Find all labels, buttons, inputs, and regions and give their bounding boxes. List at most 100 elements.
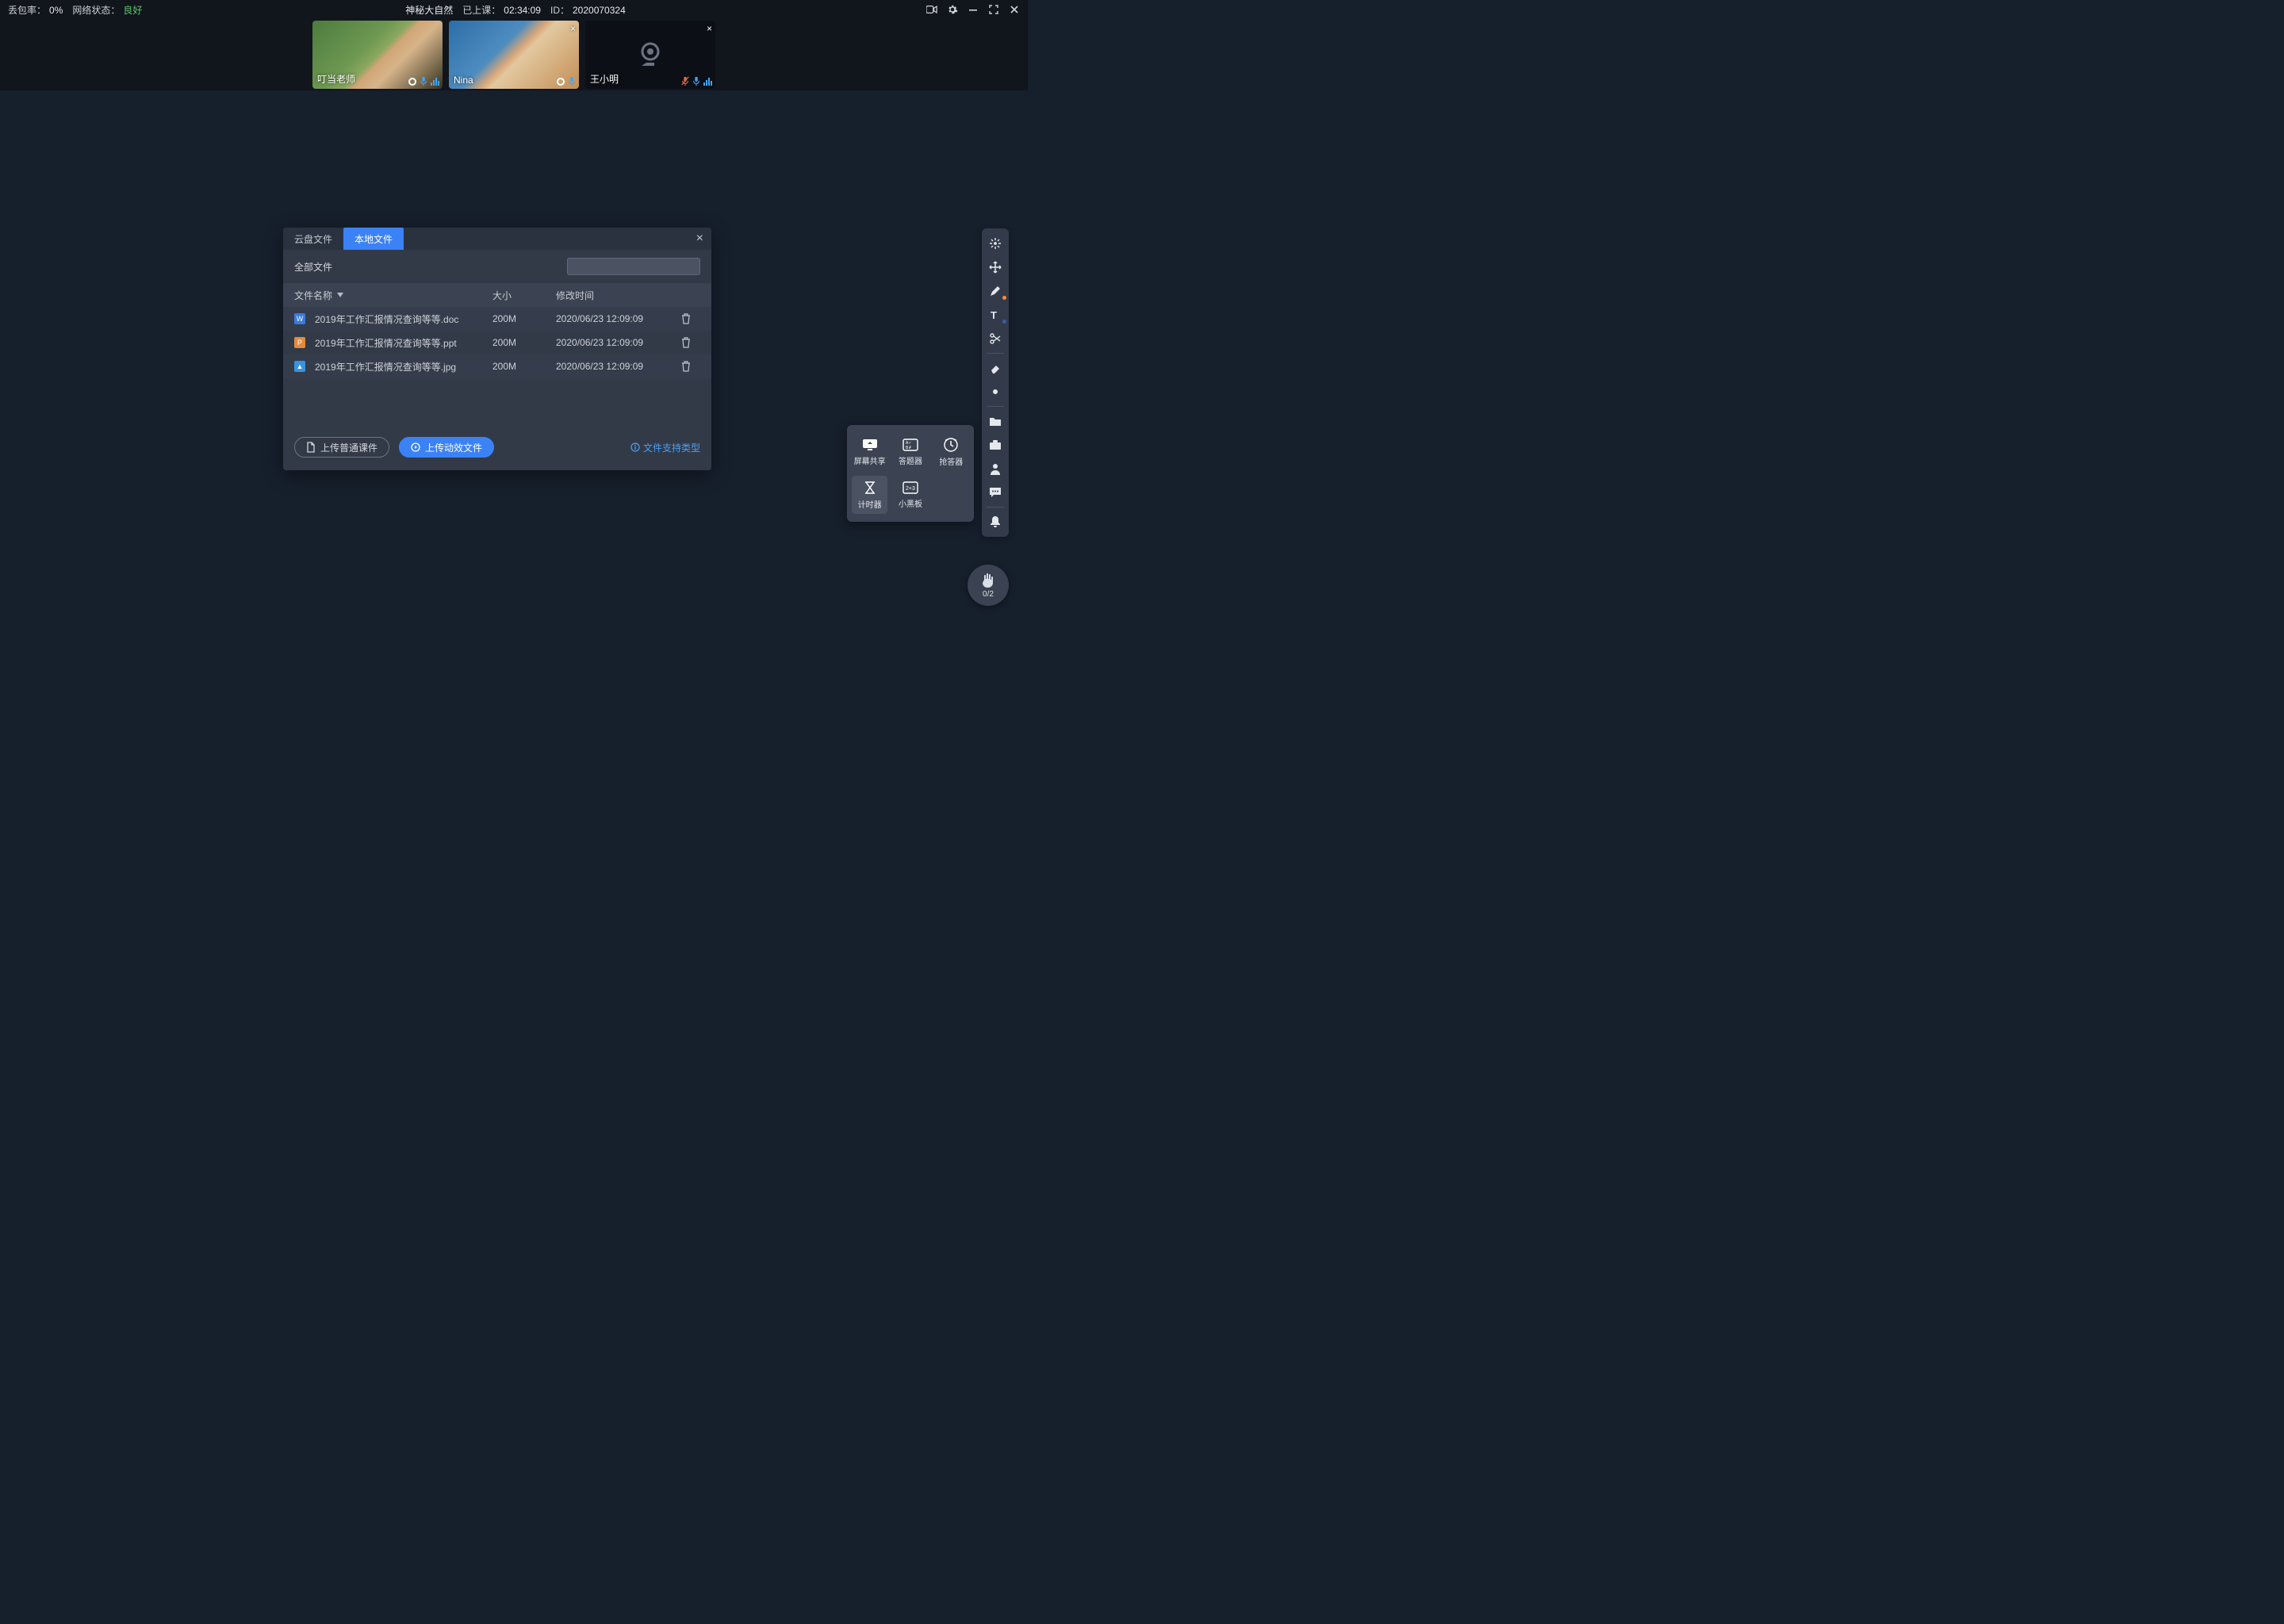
file-table-body: W2019年工作汇报情况查询等等.doc 200M 2020/06/23 12:…	[283, 307, 711, 378]
column-name[interactable]: 文件名称	[294, 289, 492, 302]
toolbox-icon	[989, 439, 1002, 450]
responder-tool[interactable]: 抢答器	[933, 433, 969, 471]
dot-tool[interactable]	[982, 380, 1009, 404]
screen-share-icon	[862, 439, 878, 451]
camera-off-icon	[634, 39, 666, 71]
title-bar: 丢包率：0% 网络状态：良好 神秘大自然 已上课：02:34:09 ID：202…	[0, 0, 1028, 19]
close-icon[interactable]	[1009, 4, 1020, 15]
tab-local-files[interactable]: 本地文件	[343, 228, 404, 250]
small-board-tool[interactable]: 2+3 小黑板	[892, 476, 928, 514]
table-row[interactable]: ▲2019年工作汇报情况查询等等.jpg 200M 2020/06/23 12:…	[283, 354, 711, 378]
network-status: 网络状态：良好	[72, 3, 142, 17]
mic-icon	[420, 76, 427, 86]
camera-status-icon	[408, 78, 416, 86]
responder-icon	[944, 438, 958, 452]
hand-count: 0/2	[983, 590, 994, 599]
packet-loss: 丢包率：0%	[8, 3, 63, 17]
file-icon	[306, 442, 316, 453]
pen-tool[interactable]	[982, 279, 1009, 303]
small-board-icon: 2+3	[902, 481, 918, 494]
participant-tile[interactable]: 叮当老师	[312, 21, 443, 89]
participant-tile[interactable]: × 王小明	[585, 21, 715, 89]
svg-text:B✗: B✗	[906, 446, 912, 450]
tile-close-icon[interactable]: ×	[570, 23, 576, 34]
upload-normal-button[interactable]: 上传普通课件	[294, 437, 389, 458]
chat-tool[interactable]	[982, 481, 1009, 504]
hand-icon	[981, 573, 995, 588]
participant-name: Nina	[454, 75, 473, 86]
scissors-tool[interactable]	[982, 327, 1009, 350]
folder-icon	[989, 416, 1002, 427]
delete-icon[interactable]	[681, 361, 700, 372]
file-support-link[interactable]: 文件支持类型	[630, 441, 700, 454]
sort-icon	[337, 293, 343, 297]
mic-icon	[568, 76, 576, 86]
level-bars-icon	[431, 76, 439, 86]
tile-close-icon[interactable]: ×	[707, 23, 712, 34]
minimize-icon[interactable]	[968, 4, 979, 15]
svg-text:T: T	[991, 309, 997, 321]
laser-tool[interactable]	[982, 232, 1009, 255]
timer-tool[interactable]: 计时器	[852, 476, 887, 514]
table-row[interactable]: W2019年工作汇报情况查询等等.doc 200M 2020/06/23 12:…	[283, 307, 711, 331]
answerer-icon: A✓B✗	[902, 439, 918, 451]
svg-text:2+3: 2+3	[906, 486, 915, 492]
image-icon: ▲	[294, 361, 305, 372]
column-time[interactable]: 修改时间	[556, 289, 667, 302]
raise-hand-button[interactable]: 0/2	[968, 565, 1009, 606]
upload-anim-button[interactable]: 上传动效文件	[399, 437, 494, 458]
person-tool[interactable]	[982, 457, 1009, 481]
eraser-icon	[989, 362, 1002, 374]
file-table-header: 文件名称 大小 修改时间	[283, 283, 711, 307]
tab-cloud-files[interactable]: 云盘文件	[283, 228, 343, 250]
camera-status-icon	[557, 78, 565, 86]
mic-icon	[692, 76, 700, 86]
modal-tabs: 云盘文件 本地文件 ×	[283, 228, 711, 250]
doc-icon: W	[294, 313, 305, 324]
screen-share-tool[interactable]: 屏幕共享	[852, 433, 887, 471]
play-upload-icon	[411, 442, 420, 452]
video-strip: 叮当老师 × Nina × 王小明	[0, 19, 1028, 90]
text-tool[interactable]: T	[982, 303, 1009, 327]
fullscreen-icon[interactable]	[988, 4, 999, 15]
participant-name: 叮当老师	[317, 72, 355, 86]
level-bars-icon	[703, 76, 712, 86]
all-files-label: 全部文件	[294, 260, 332, 274]
answerer-tool[interactable]: A✓B✗ 答题器	[892, 433, 928, 471]
participant-tile[interactable]: × Nina	[449, 21, 579, 89]
file-modal: 云盘文件 本地文件 × 全部文件 文件名称 大小 修改时间 W2019年工作汇报…	[283, 228, 711, 470]
elapsed-time: 已上课：02:34:09	[462, 3, 541, 17]
move-icon	[989, 261, 1002, 274]
dot-tool-icon	[993, 389, 998, 394]
move-tool[interactable]	[982, 255, 1009, 279]
pen-icon	[989, 285, 1002, 297]
person-icon	[990, 462, 1001, 475]
chat-icon	[989, 487, 1002, 498]
column-size[interactable]: 大小	[492, 289, 556, 302]
bell-icon	[990, 515, 1001, 528]
mic-muted-icon	[681, 76, 689, 86]
main-canvas: 云盘文件 本地文件 × 全部文件 文件名称 大小 修改时间 W2019年工作汇报…	[0, 90, 1028, 733]
participant-name: 王小明	[590, 72, 619, 86]
scissors-icon	[989, 332, 1002, 345]
info-icon	[630, 442, 640, 452]
table-row[interactable]: P2019年工作汇报情况查询等等.ppt 200M 2020/06/23 12:…	[283, 331, 711, 354]
text-icon: T	[989, 308, 1002, 321]
modal-close-icon[interactable]: ×	[688, 232, 711, 246]
laser-icon	[989, 237, 1002, 250]
eraser-tool[interactable]	[982, 356, 1009, 380]
folder-tool[interactable]	[982, 409, 1009, 433]
timer-icon	[863, 481, 877, 495]
right-toolbar: T	[982, 228, 1009, 537]
gear-icon[interactable]	[947, 4, 958, 15]
ppt-icon: P	[294, 337, 305, 348]
toolbox-tool[interactable]	[982, 433, 1009, 457]
session-id: ID：2020070324	[550, 3, 626, 17]
delete-icon[interactable]	[681, 313, 700, 324]
search-input[interactable]	[567, 258, 700, 275]
tools-popover: 屏幕共享 A✓B✗ 答题器 抢答器 计时器 2+3 小黑板	[847, 425, 974, 522]
camera-icon[interactable]	[926, 4, 937, 15]
search-field[interactable]	[576, 261, 699, 272]
bell-tool[interactable]	[982, 510, 1009, 534]
delete-icon[interactable]	[681, 337, 700, 348]
